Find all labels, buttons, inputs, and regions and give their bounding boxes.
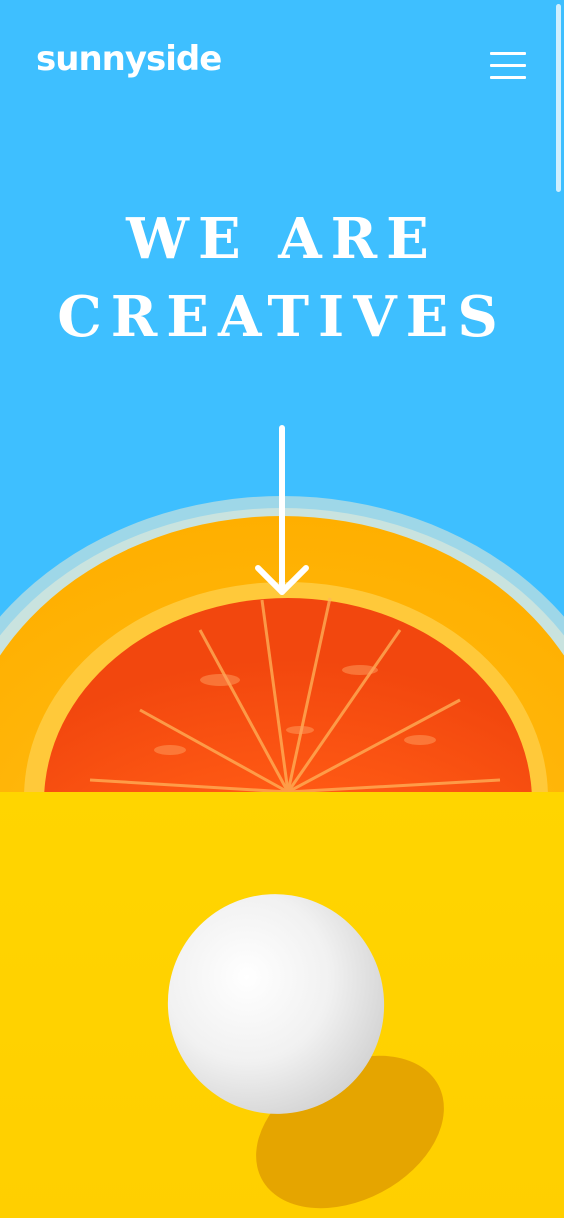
hamburger-menu-icon[interactable] [488, 50, 528, 82]
hero-section: sunnyside WE ARE CREATIVES [0, 0, 564, 792]
hero-title-line-2: CREATIVES [57, 284, 507, 350]
menu-bar [490, 64, 526, 67]
hero-title: WE ARE CREATIVES [0, 200, 564, 356]
egg-image [0, 792, 564, 1218]
logo[interactable]: sunnyside [36, 42, 222, 76]
menu-bar [490, 76, 526, 79]
egg-section [0, 792, 564, 1218]
arrow-down-icon[interactable] [250, 424, 314, 600]
page: sunnyside WE ARE CREATIVES [0, 0, 564, 1218]
menu-bar [490, 52, 526, 55]
scrollbar[interactable] [556, 4, 561, 192]
hero-title-line-1: WE ARE [126, 206, 438, 272]
site-header: sunnyside [0, 0, 564, 130]
